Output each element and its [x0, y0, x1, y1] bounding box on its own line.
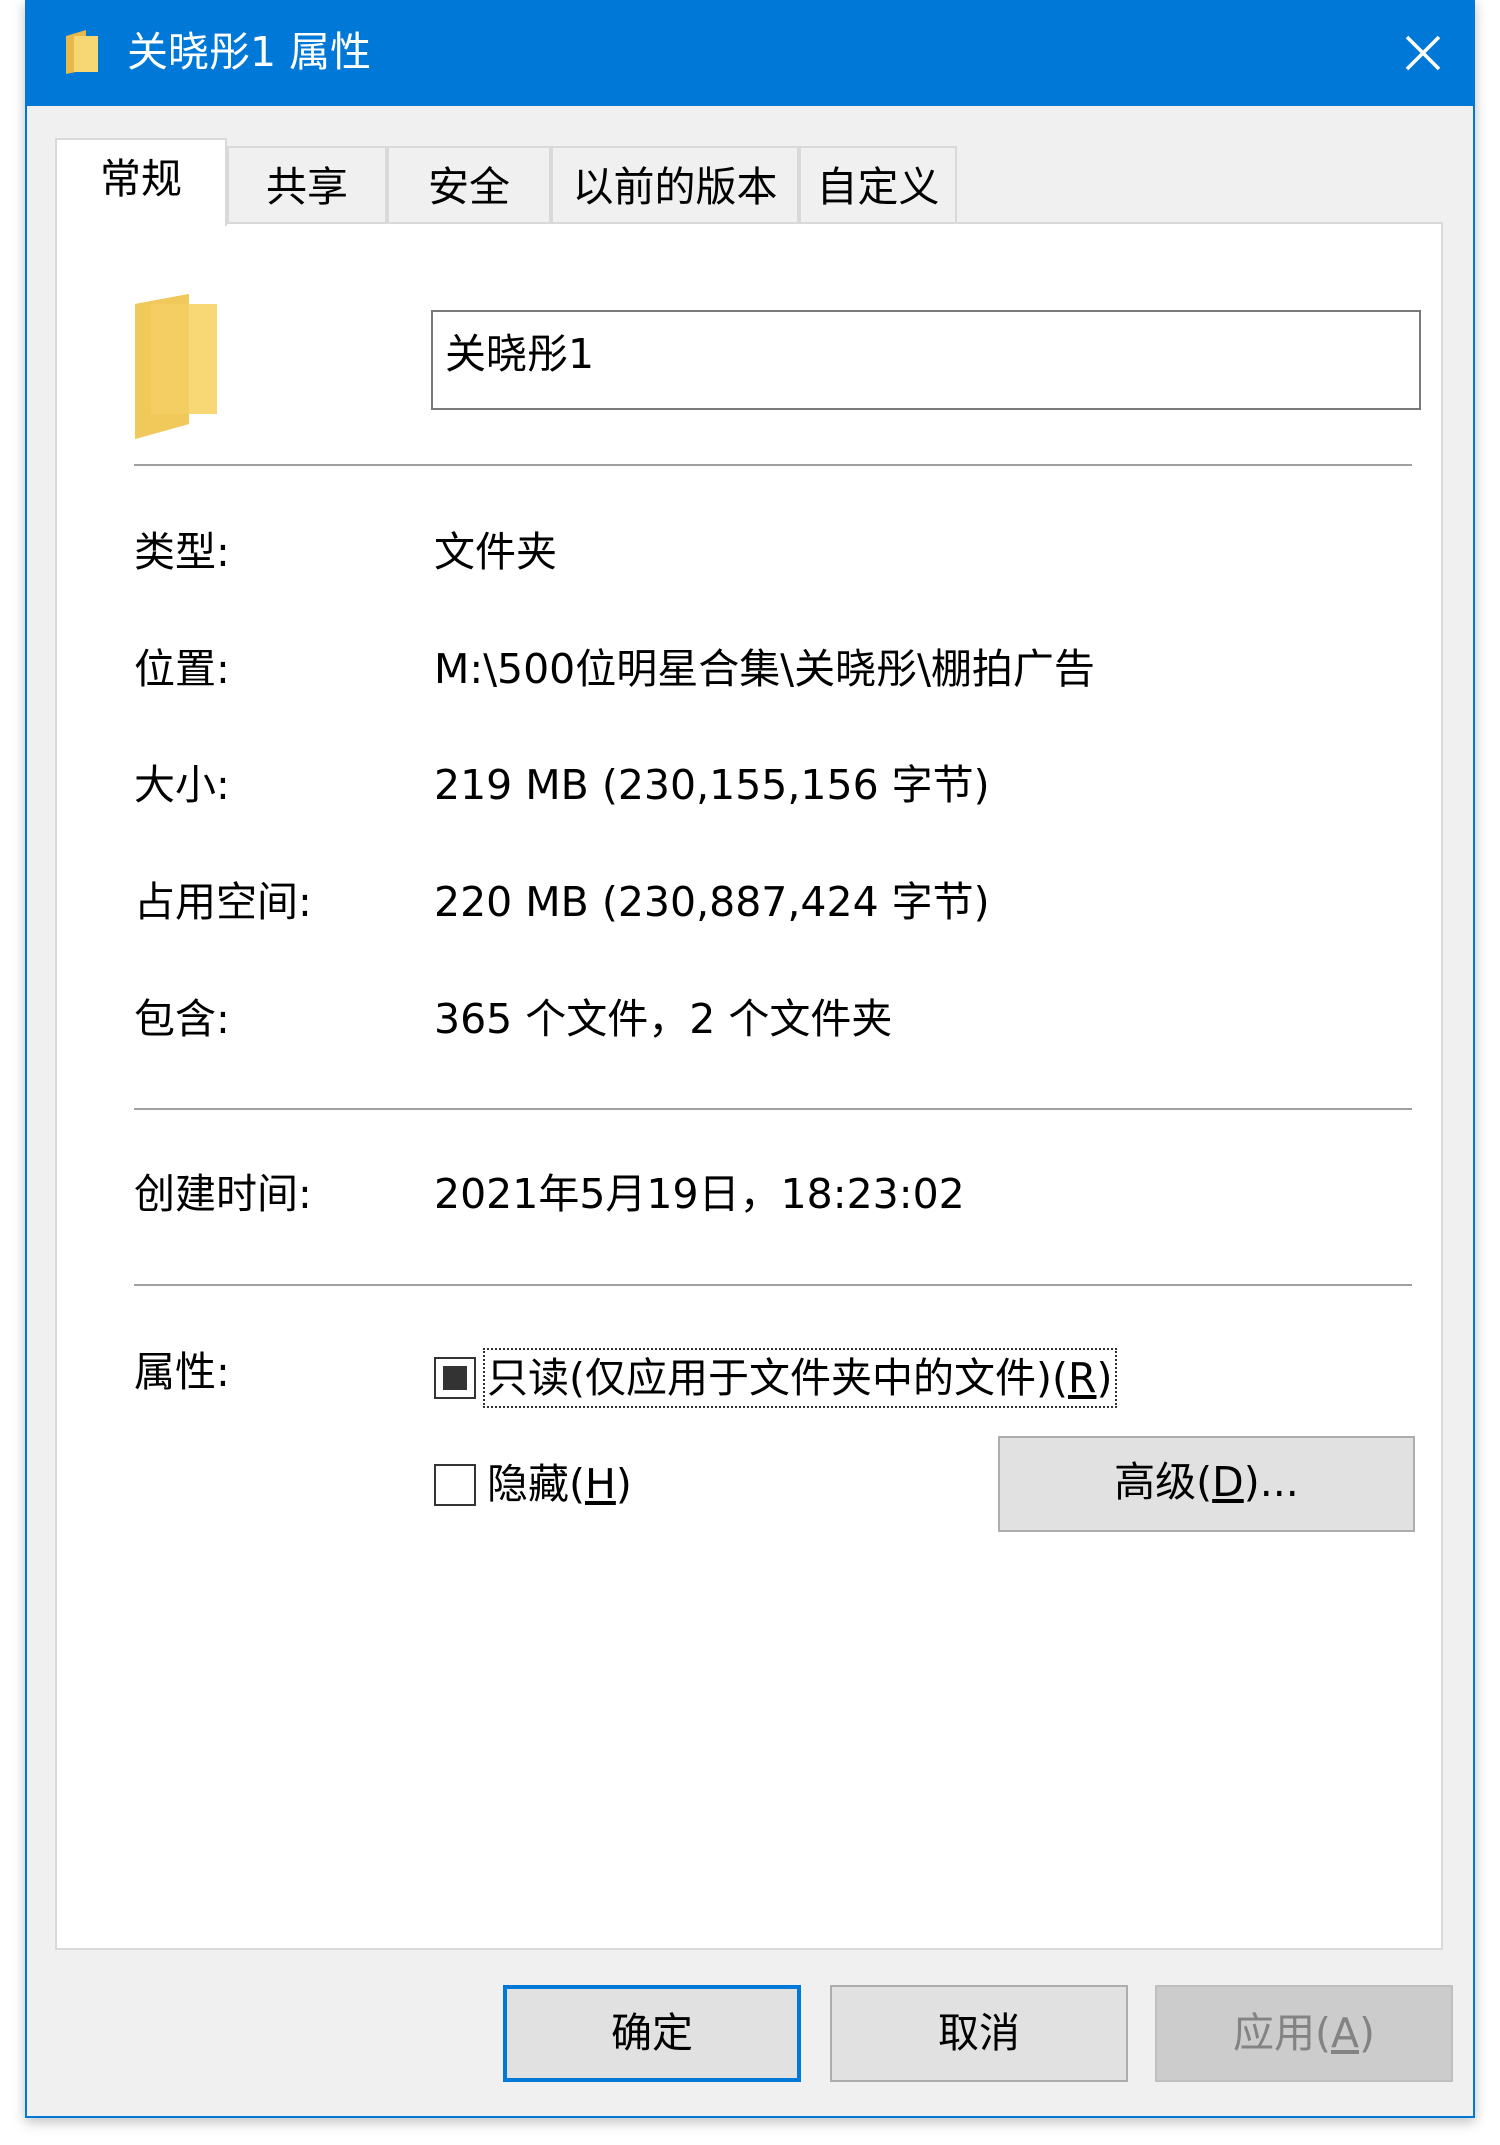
- close-icon: [1405, 35, 1441, 71]
- type-value: 文件夹: [434, 528, 557, 576]
- tab-customize[interactable]: 自定义: [799, 146, 957, 224]
- disk-size-value: 220 MB (230,887,424 字节): [434, 878, 990, 926]
- separator: [134, 1108, 1412, 1110]
- folder-icon: [135, 294, 217, 439]
- size-value: 219 MB (230,155,156 字节): [434, 761, 990, 809]
- contains-value: 365 个文件，2 个文件夹: [434, 995, 893, 1043]
- properties-dialog: 关晓彤1 属性 常规 共享 安全 以前的版本 自定义 关晓彤1 类型: 文件夹 …: [25, 0, 1475, 2118]
- type-label: 类型:: [134, 528, 230, 576]
- tab-general[interactable]: 常规: [55, 138, 227, 226]
- created-label: 创建时间:: [134, 1170, 312, 1218]
- readonly-label[interactable]: 只读(仅应用于文件夹中的文件)(R): [483, 1348, 1117, 1408]
- apply-button[interactable]: 应用(A): [1155, 1985, 1453, 2082]
- hidden-label[interactable]: 隐藏(H): [487, 1458, 632, 1510]
- close-button[interactable]: [1373, 0, 1473, 106]
- tab-sharing[interactable]: 共享: [227, 146, 387, 224]
- folder-name-field[interactable]: 关晓彤1: [431, 310, 1421, 410]
- location-value: M:\500位明星合集\关晓彤\棚拍广告: [434, 645, 1095, 693]
- advanced-button[interactable]: 高级(D)...: [998, 1436, 1415, 1532]
- folder-icon: [66, 30, 98, 74]
- window-title: 关晓彤1 属性: [127, 28, 372, 76]
- tab-security[interactable]: 安全: [387, 146, 551, 224]
- contains-label: 包含:: [134, 995, 230, 1043]
- location-label: 位置:: [134, 645, 230, 693]
- separator: [134, 464, 1412, 466]
- size-label: 大小:: [134, 761, 230, 809]
- created-value: 2021年5月19日，18:23:02: [434, 1170, 965, 1218]
- tab-previous-versions[interactable]: 以前的版本: [551, 146, 799, 224]
- title-bar: 关晓彤1 属性: [27, 0, 1473, 106]
- disk-size-label: 占用空间:: [134, 878, 312, 926]
- hidden-checkbox[interactable]: [434, 1464, 476, 1506]
- attributes-label: 属性:: [134, 1348, 230, 1396]
- ok-button[interactable]: 确定: [503, 1985, 801, 2082]
- separator: [134, 1284, 1412, 1286]
- cancel-button[interactable]: 取消: [830, 1985, 1128, 2082]
- general-tab-panel: 关晓彤1 类型: 文件夹 位置: M:\500位明星合集\关晓彤\棚拍广告 大小…: [55, 222, 1443, 1950]
- readonly-checkbox[interactable]: [434, 1357, 476, 1399]
